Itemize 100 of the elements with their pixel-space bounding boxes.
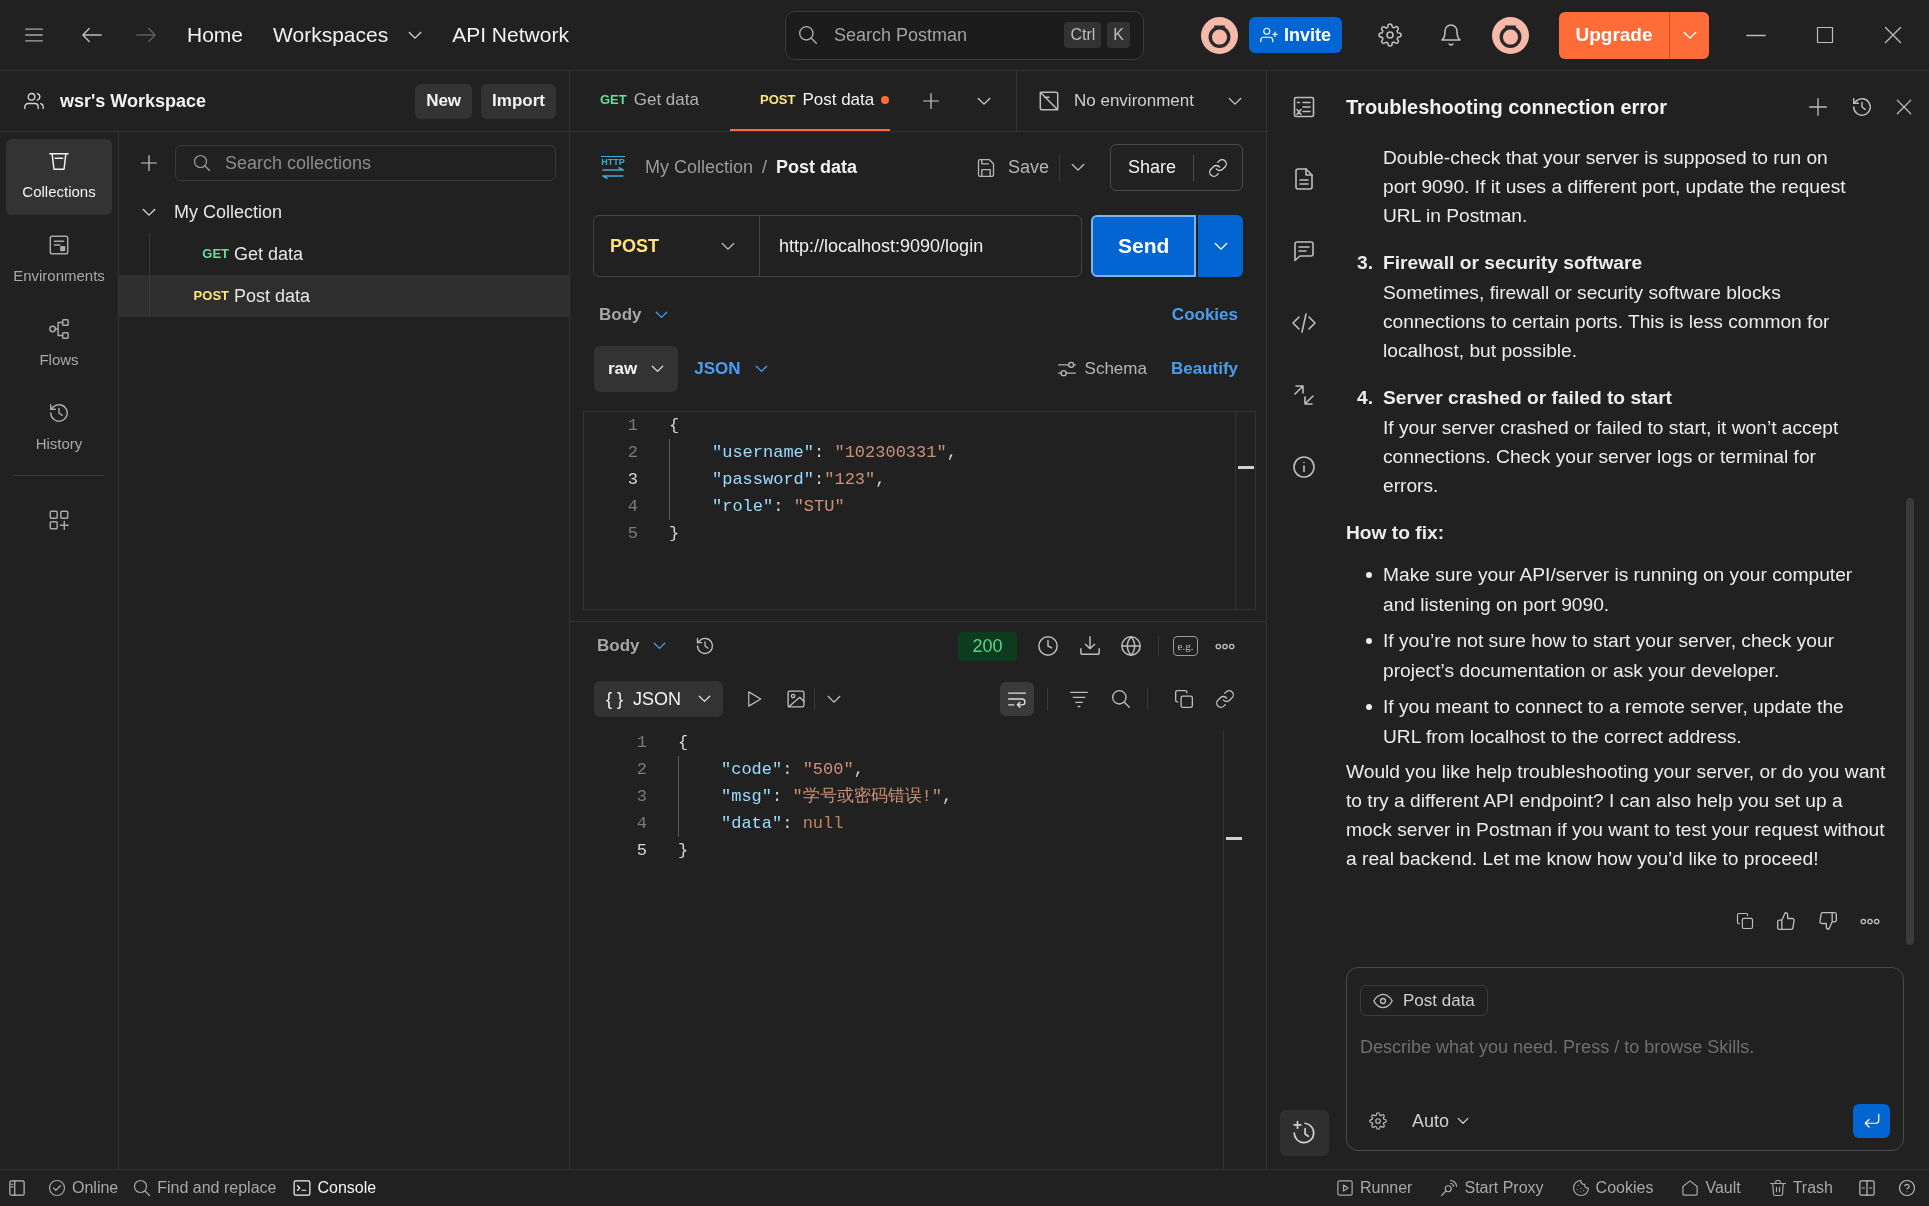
plus-icon[interactable]	[922, 92, 940, 110]
tree-item[interactable]: My Collection	[119, 191, 569, 233]
prompt-field[interactable]: Describe what you need. Press / to browse Skills.	[1360, 1032, 1890, 1062]
image-icon[interactable]	[786, 689, 806, 709]
close-icon[interactable]	[1883, 25, 1903, 45]
settings-icon[interactable]	[1378, 23, 1402, 47]
status-bar-item[interactable]: Start Proxy	[1440, 1176, 1544, 1200]
nav-link[interactable]: Workspaces	[265, 15, 431, 55]
code-line: "role": "STU"	[669, 493, 845, 520]
code-line: "msg": "学号或密码错误!",	[678, 783, 953, 810]
more-icon[interactable]	[1860, 917, 1880, 925]
status-bar-item[interactable]: Runner	[1335, 1176, 1413, 1200]
search-icon[interactable]	[1111, 689, 1131, 709]
cookies-link[interactable]: Cookies	[1171, 302, 1238, 328]
search-field[interactable]: Search collections	[175, 145, 556, 181]
chevron-down-icon[interactable]	[977, 96, 991, 106]
invite-button[interactable]: Invite	[1249, 17, 1342, 53]
chevron-down-icon[interactable]	[1070, 163, 1085, 172]
response-format-select[interactable]: { } JSON	[594, 681, 723, 717]
code-editor[interactable]: 1 { 2 "username": "102300331", 3 "password":"123", 4 "role": "STU" 5 }	[583, 411, 1256, 610]
status-bar-item[interactable]: Vault	[1681, 1176, 1741, 1200]
status-bar-item[interactable]: Online	[48, 1176, 119, 1200]
search-input[interactable]: Search collections	[225, 149, 555, 177]
code-icon[interactable]	[1292, 311, 1316, 335]
body-format-select[interactable]: JSON	[694, 356, 768, 382]
sidebar-item[interactable]: History	[6, 391, 112, 467]
sidebar-item[interactable]: Environments	[6, 223, 112, 299]
link-icon[interactable]	[1208, 157, 1228, 178]
breadcrumb-item[interactable]: My Collection	[645, 154, 754, 181]
more-icon[interactable]	[1215, 642, 1235, 650]
save-button[interactable]: Save	[975, 154, 1049, 181]
minimize-icon[interactable]	[1746, 33, 1766, 37]
send-button[interactable]: Send	[1091, 215, 1197, 277]
play-icon[interactable]	[745, 690, 763, 708]
mode-select[interactable]: Auto	[1412, 1107, 1470, 1135]
shortcut-key: Ctrl	[1064, 22, 1102, 48]
bell-icon[interactable]	[1439, 23, 1463, 47]
help-icon[interactable]	[1898, 1179, 1916, 1197]
search-input[interactable]: Search Postman	[834, 21, 1059, 49]
thumbs-up-icon[interactable]	[1776, 911, 1796, 931]
tree-item[interactable]: GET Get data	[119, 233, 569, 275]
status-bar-item[interactable]: Console	[293, 1176, 377, 1200]
history-icon[interactable]	[694, 636, 715, 656]
plus-icon[interactable]	[140, 154, 158, 172]
list-x-icon[interactable]	[1292, 95, 1316, 119]
nav-link[interactable]: API Network	[444, 15, 577, 55]
nav-link[interactable]: Home	[179, 15, 252, 55]
environment-select[interactable]: No environment	[1016, 71, 1266, 131]
body-select[interactable]: Body	[599, 302, 668, 328]
status-bar-item[interactable]: Trash	[1768, 1176, 1833, 1200]
upgrade-menu-button[interactable]	[1669, 11, 1709, 59]
submit-button[interactable]	[1853, 1104, 1890, 1138]
diagonal-arrows-icon[interactable]	[1292, 383, 1316, 407]
copy-icon[interactable]	[1736, 912, 1754, 930]
body-mode-select[interactable]: raw	[594, 346, 679, 392]
request-tab[interactable]: POST Post data	[730, 71, 890, 131]
maximize-icon[interactable]	[1816, 26, 1834, 44]
sidebar-item[interactable]: Collections	[6, 139, 112, 215]
status-bar-item[interactable]: Find and replace	[133, 1176, 277, 1200]
download-icon[interactable]	[1079, 635, 1101, 657]
sidebar-toggle-icon[interactable]	[8, 1179, 26, 1197]
schema-button[interactable]: Schema	[1056, 356, 1147, 382]
copy-icon[interactable]	[1174, 689, 1194, 709]
sidebar-item[interactable]: Flows	[6, 307, 112, 383]
history-icon[interactable]	[1851, 96, 1873, 118]
agent-button[interactable]	[1279, 1110, 1329, 1156]
scrollbar[interactable]	[1906, 498, 1914, 945]
request-tab[interactable]: GET Get data	[570, 71, 730, 131]
document-icon[interactable]	[1292, 167, 1316, 191]
tree-item[interactable]: POST Post data	[119, 275, 569, 317]
plus-icon[interactable]	[1808, 97, 1828, 117]
url-field[interactable]: http://localhost:9090/login	[779, 216, 1082, 276]
workspace-button[interactable]: New	[415, 83, 473, 119]
comment-icon[interactable]	[1292, 239, 1316, 263]
clock-icon[interactable]	[1037, 635, 1059, 657]
search-field[interactable]: Search Postman Ctrl K	[785, 10, 1144, 60]
thumbs-down-icon[interactable]	[1818, 911, 1838, 931]
filter-icon[interactable]	[1069, 689, 1089, 709]
add-grid-icon[interactable]	[48, 509, 70, 531]
split-view-icon[interactable]	[1858, 1179, 1876, 1197]
url-bar[interactable]: POST http://localhost:9090/login	[593, 215, 1083, 277]
status-bar-item[interactable]: Cookies	[1571, 1176, 1654, 1200]
chevron-down-icon[interactable]	[827, 694, 841, 704]
settings-icon[interactable]	[1369, 1112, 1387, 1130]
body-select[interactable]: Body	[597, 633, 666, 659]
chevron-down-icon	[698, 695, 711, 703]
avatar-icon[interactable]	[1492, 16, 1529, 54]
link-icon[interactable]	[1215, 689, 1235, 709]
avatar-icon[interactable]	[1201, 16, 1238, 54]
info-icon[interactable]	[1292, 455, 1316, 479]
beautify-link[interactable]: Beautify	[1170, 356, 1238, 382]
globe-icon[interactable]	[1120, 635, 1142, 657]
example-button[interactable]: e.g.	[1173, 636, 1198, 656]
share-button[interactable]: Share	[1110, 145, 1193, 190]
wrap-lines-button[interactable]	[1000, 682, 1034, 716]
breadcrumb-separator: /	[762, 156, 768, 179]
close-icon[interactable]	[1895, 98, 1913, 116]
context-chip[interactable]: Post data	[1360, 985, 1488, 1016]
method-select[interactable]: POST	[594, 216, 760, 276]
workspace-button[interactable]: Import	[481, 83, 556, 119]
